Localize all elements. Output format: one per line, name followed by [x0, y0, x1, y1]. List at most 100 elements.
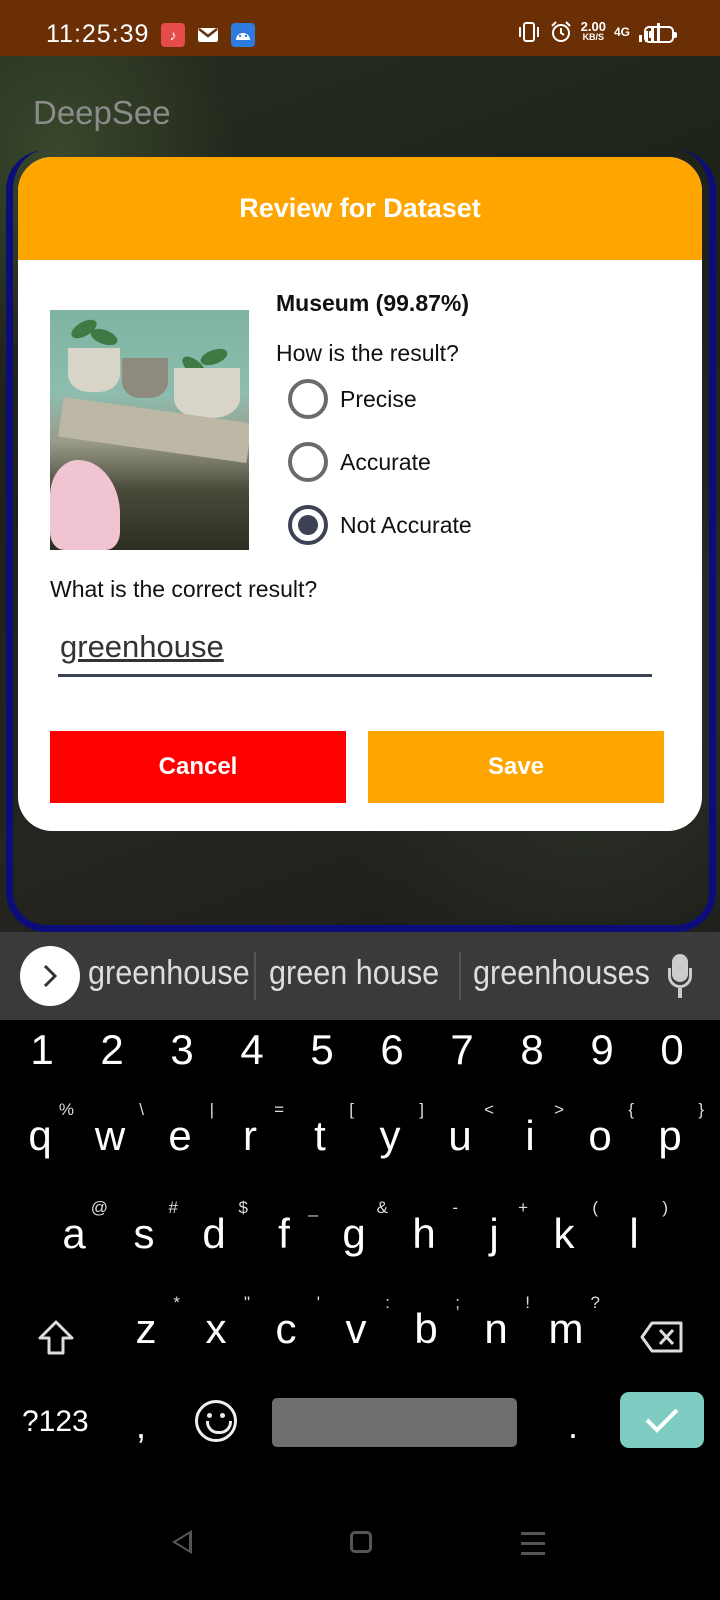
symbols-key[interactable]: ?123 [22, 1405, 89, 1439]
suggestion-strip: greenhouse green house greenhouses [0, 932, 720, 1020]
key-alt-label: ' [316, 1293, 320, 1312]
key-5[interactable]: 5 [292, 1026, 352, 1074]
key-alt-label: : [385, 1293, 390, 1312]
key-alt-label: ? [590, 1293, 600, 1312]
key-e[interactable]: e | [150, 1100, 214, 1160]
comma-key[interactable]: , [136, 1405, 146, 1447]
correct-result-input[interactable] [58, 619, 652, 677]
divider [254, 952, 256, 1000]
key-alt-label: " [243, 1293, 250, 1312]
key-label: k [553, 1210, 575, 1257]
key-label: l [629, 1210, 639, 1257]
key-4[interactable]: 4 [222, 1026, 282, 1074]
key-2[interactable]: 2 [82, 1026, 142, 1074]
radio-not-accurate[interactable] [288, 505, 328, 545]
key-r[interactable]: r = [220, 1100, 284, 1160]
key-9[interactable]: 9 [572, 1026, 632, 1074]
key-alt-label: ] [419, 1100, 424, 1119]
save-button[interactable]: Save [368, 731, 664, 803]
option-accurate[interactable]: Accurate [288, 442, 431, 482]
key-x[interactable]: x " [186, 1293, 251, 1353]
key-label: m [548, 1305, 584, 1352]
key-i[interactable]: i > [500, 1100, 564, 1160]
key-alt-label: ! [525, 1293, 530, 1312]
radio-precise[interactable] [288, 379, 328, 419]
key-w[interactable]: w \ [80, 1100, 144, 1160]
key-g[interactable]: g & [324, 1198, 388, 1258]
emoji-icon[interactable] [195, 1400, 237, 1442]
recents-icon[interactable] [521, 1532, 545, 1562]
key-h[interactable]: h- [394, 1198, 458, 1258]
key-label: y [379, 1112, 401, 1159]
key-label: v [345, 1305, 367, 1352]
option-not-accurate[interactable]: Not Accurate [288, 505, 472, 545]
key-7[interactable]: 7 [432, 1026, 492, 1074]
radio-accurate[interactable] [288, 442, 328, 482]
key-b[interactable]: b; [396, 1293, 460, 1353]
key-label: i [525, 1112, 535, 1159]
option-label: Not Accurate [340, 511, 472, 538]
key-1[interactable]: 1 [12, 1026, 72, 1074]
option-label: Precise [340, 385, 417, 412]
shift-icon[interactable] [36, 1318, 76, 1358]
key-alt-label: _ [308, 1198, 318, 1217]
key-j[interactable]: j + [464, 1198, 528, 1258]
key-f[interactable]: f _ [254, 1198, 318, 1258]
key-label: n [484, 1305, 508, 1352]
key-3[interactable]: 3 [152, 1026, 212, 1074]
key-label: p [658, 1112, 682, 1159]
prediction-label: Museum (99.87%) [276, 290, 470, 316]
suggestion-2[interactable]: green house [269, 954, 439, 993]
key-label: d [202, 1210, 226, 1257]
backspace-icon[interactable] [640, 1320, 684, 1354]
key-t[interactable]: t[ [290, 1100, 354, 1160]
key-c[interactable]: c ' [256, 1293, 321, 1353]
key-a[interactable]: a @ [44, 1198, 108, 1258]
key-u[interactable]: u < [430, 1100, 494, 1160]
key-8[interactable]: 8 [502, 1026, 562, 1074]
key-6[interactable]: 6 [362, 1026, 422, 1074]
space-bar[interactable] [272, 1398, 517, 1447]
captured-image [50, 310, 249, 550]
key-label: u [448, 1112, 472, 1159]
back-icon[interactable] [172, 1530, 192, 1554]
key-m[interactable]: m? [536, 1293, 601, 1353]
key-l[interactable]: l) [604, 1198, 668, 1258]
key-alt-label: * [173, 1293, 180, 1312]
status-time: 11:25:39 [46, 20, 150, 48]
period-key[interactable]: . [568, 1405, 578, 1447]
key-q[interactable]: q% [10, 1100, 74, 1160]
chevron-right-icon[interactable] [20, 946, 80, 1006]
key-v[interactable]: v: [326, 1293, 391, 1353]
cancel-button[interactable]: Cancel [50, 731, 346, 803]
key-label: s [133, 1210, 155, 1257]
suggestion-1[interactable]: greenhouse [88, 954, 250, 993]
key-o[interactable]: o{ [570, 1100, 634, 1160]
key-label: a [62, 1210, 86, 1257]
suggestion-3[interactable]: greenhouses [473, 954, 650, 993]
key-p[interactable]: p} [640, 1100, 704, 1160]
status-right-icons: 2.00 KB/S 4G [517, 20, 660, 44]
key-label: f [278, 1210, 290, 1257]
key-label: h [412, 1210, 436, 1257]
divider [459, 952, 461, 1000]
key-label: z [135, 1305, 157, 1352]
key-label: x [205, 1305, 227, 1352]
microphone-icon[interactable] [668, 954, 692, 998]
key-k[interactable]: k( [534, 1198, 599, 1258]
key-z[interactable]: z * [116, 1293, 181, 1353]
key-0[interactable]: 0 [642, 1026, 702, 1074]
key-y[interactable]: y] [360, 1100, 425, 1160]
key-alt-label: = [274, 1100, 284, 1119]
key-label: t [314, 1112, 326, 1159]
dialog-header: Review for Dataset [18, 157, 702, 260]
key-d[interactable]: d $ [184, 1198, 248, 1258]
key-alt-label: } [698, 1100, 704, 1119]
enter-check-icon[interactable] [620, 1392, 704, 1448]
key-s[interactable]: s # [114, 1198, 179, 1258]
home-icon[interactable] [350, 1531, 372, 1553]
key-label: q [28, 1112, 52, 1159]
key-n[interactable]: n! [466, 1293, 530, 1353]
option-precise[interactable]: Precise [288, 379, 417, 419]
key-alt-label: | [209, 1100, 214, 1119]
